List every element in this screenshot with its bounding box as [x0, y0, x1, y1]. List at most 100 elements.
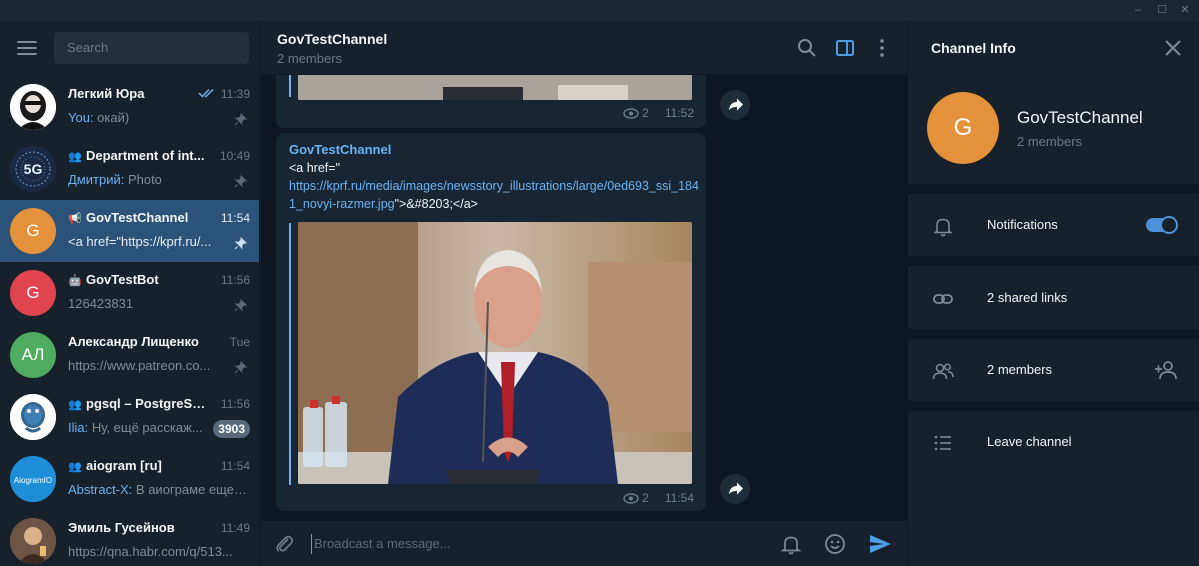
- avatar: АЛ: [10, 332, 56, 378]
- chat-item-department[interactable]: 5G 👥 Department of int... 10:49 Дмитрий: …: [0, 138, 259, 200]
- chat-preview: You: окай): [68, 110, 130, 125]
- chat-header: GovTestChannel 2 members: [261, 21, 907, 75]
- message-list: 2 11:52 GovTestChannel <a href=" https://k…: [261, 75, 907, 520]
- chat-name: Легкий Юра: [68, 86, 145, 101]
- members-row[interactable]: 2 members: [908, 341, 1199, 401]
- chat-name: Эмиль Гусейнов: [68, 520, 175, 535]
- aiogram-logo: AiogramIO: [14, 476, 52, 485]
- chat-time: 10:49: [219, 149, 250, 163]
- chat-subtitle: 2 members: [277, 51, 343, 66]
- chat-name: 👥 pgsql – PostgreSQL: [68, 396, 208, 411]
- chat-list: Легкий Юра 11:39 You: окай) 5G 👥 Departm…: [0, 76, 259, 566]
- more-options-icon[interactable]: [871, 37, 893, 59]
- unread-badge: 3903: [213, 420, 250, 438]
- close-icon[interactable]: [1164, 39, 1182, 57]
- message-photo[interactable]: [298, 222, 692, 484]
- pin-icon: [234, 175, 247, 188]
- emoji-icon[interactable]: [823, 532, 847, 556]
- message-photo[interactable]: [298, 75, 692, 100]
- message-bubble: 2 11:52: [276, 75, 706, 128]
- chat-time: 11:49: [220, 521, 250, 535]
- pin-icon: [234, 361, 247, 374]
- forward-button[interactable]: [720, 474, 750, 504]
- chat-item-legkiy-yura[interactable]: Легкий Юра 11:39 You: окай): [0, 76, 259, 138]
- link-preview-bar: [289, 223, 291, 485]
- avatar: [10, 84, 56, 130]
- chat-item-govtestchannel[interactable]: G 📢 GovTestChannel 11:54 <a href="https:/…: [0, 200, 259, 262]
- chat-preview: https://qna.habr.com/q/513...: [68, 544, 233, 559]
- forward-button[interactable]: [720, 90, 750, 120]
- views-icon: [623, 108, 639, 119]
- members-icon: [932, 363, 954, 380]
- chat-item-govtestbot[interactable]: G 🤖 GovTestBot 11:56 126423831: [0, 262, 259, 324]
- silent-broadcast-icon[interactable]: [779, 532, 803, 556]
- chat-title[interactable]: GovTestChannel: [277, 31, 387, 47]
- minimize-icon[interactable]: –: [1131, 3, 1145, 17]
- link-icon: [933, 294, 953, 304]
- chat-time: 11:56: [220, 273, 250, 287]
- notifications-label: Notifications: [987, 217, 1058, 232]
- message-sender[interactable]: GovTestChannel: [289, 142, 391, 157]
- chat-name: 👥 Department of int...: [68, 148, 205, 163]
- avatar: [10, 394, 56, 440]
- chat-item-emil[interactable]: Эмиль Гусейнов 11:49 https://qna.habr.co…: [0, 510, 259, 566]
- window-titlebar: – ☐ ✕: [0, 0, 1199, 21]
- chat-time: 11:39: [220, 87, 250, 101]
- chat-name: 🤖 GovTestBot: [68, 272, 159, 287]
- shared-links-label: 2 shared links: [987, 290, 1068, 305]
- attach-icon[interactable]: [272, 532, 296, 556]
- add-member-icon[interactable]: [1154, 359, 1178, 381]
- pin-icon: [234, 237, 247, 250]
- channel-icon: 📢: [68, 213, 82, 225]
- chat-preview: Ilia: Ну, ещё расскаж...: [68, 420, 203, 435]
- message-time: 11:52: [664, 106, 694, 120]
- shared-links-row[interactable]: 2 shared links: [908, 269, 1199, 329]
- divider: [908, 184, 1199, 194]
- read-checkmarks-icon: [198, 88, 214, 98]
- avatar: [10, 518, 56, 564]
- channel-name: GovTestChannel: [1017, 108, 1143, 127]
- avatar: AiogramIO: [10, 456, 56, 502]
- bell-icon: [933, 218, 953, 237]
- message-text: <a href=" https://kprf.ru/media/images/ne…: [289, 161, 699, 211]
- notifications-toggle[interactable]: [1146, 216, 1178, 234]
- sidebar-toggle-icon[interactable]: [834, 37, 856, 59]
- message-input[interactable]: Broadcast a message...: [311, 534, 771, 554]
- forward-icon: [729, 98, 743, 111]
- chat-item-pgsql[interactable]: 👥 pgsql – PostgreSQL 11:56 Ilia: Ну, ещё …: [0, 386, 259, 448]
- maximize-icon[interactable]: ☐: [1155, 3, 1169, 17]
- pin-icon: [234, 113, 247, 126]
- divider: [908, 256, 1199, 266]
- search-input[interactable]: Search: [54, 32, 249, 64]
- chat-time: Tue: [229, 335, 250, 349]
- search-icon[interactable]: [796, 37, 818, 59]
- close-window-icon[interactable]: ✕: [1178, 3, 1192, 17]
- chat-item-aleksandr[interactable]: АЛ Александр Лищенко Tue https://www.pat…: [0, 324, 259, 386]
- message-time: 11:54: [664, 491, 694, 505]
- message-bubble: GovTestChannel <a href=" https://kprf.ru/…: [276, 133, 706, 511]
- divider: [908, 329, 1199, 339]
- notifications-row[interactable]: Notifications: [908, 196, 1199, 256]
- views-icon: [623, 493, 639, 504]
- avatar: 5G: [10, 146, 56, 192]
- avatar: G: [10, 270, 56, 316]
- avatar-text: 5G: [24, 161, 43, 177]
- send-icon[interactable]: [868, 532, 892, 556]
- chat-time: 11:54: [220, 211, 250, 225]
- message-meta: 2 11:52: [623, 106, 694, 120]
- chat-preview: <a href="https://kprf.ru/...: [68, 234, 212, 249]
- menu-icon[interactable]: [17, 41, 37, 55]
- chat-preview: 126423831: [68, 296, 134, 311]
- message-link[interactable]: https://kprf.ru/media/images/newsstory_i…: [289, 179, 699, 211]
- forward-icon: [729, 482, 743, 495]
- chat-item-aiogram[interactable]: AiogramIO 👥 aiogram [ru] 11:54 Abstract-X…: [0, 448, 259, 510]
- leave-channel-row[interactable]: Leave channel: [908, 413, 1199, 473]
- message-meta: 2 11:54: [623, 491, 694, 505]
- group-icon: 👥: [68, 151, 82, 163]
- chat-time: 11:56: [220, 397, 250, 411]
- link-preview-bar: [289, 75, 291, 97]
- panel-title: Channel Info: [931, 40, 1016, 56]
- toggle-knob: [1160, 216, 1178, 234]
- chat-name: 👥 aiogram [ru]: [68, 458, 162, 473]
- channel-avatar[interactable]: G: [927, 92, 999, 164]
